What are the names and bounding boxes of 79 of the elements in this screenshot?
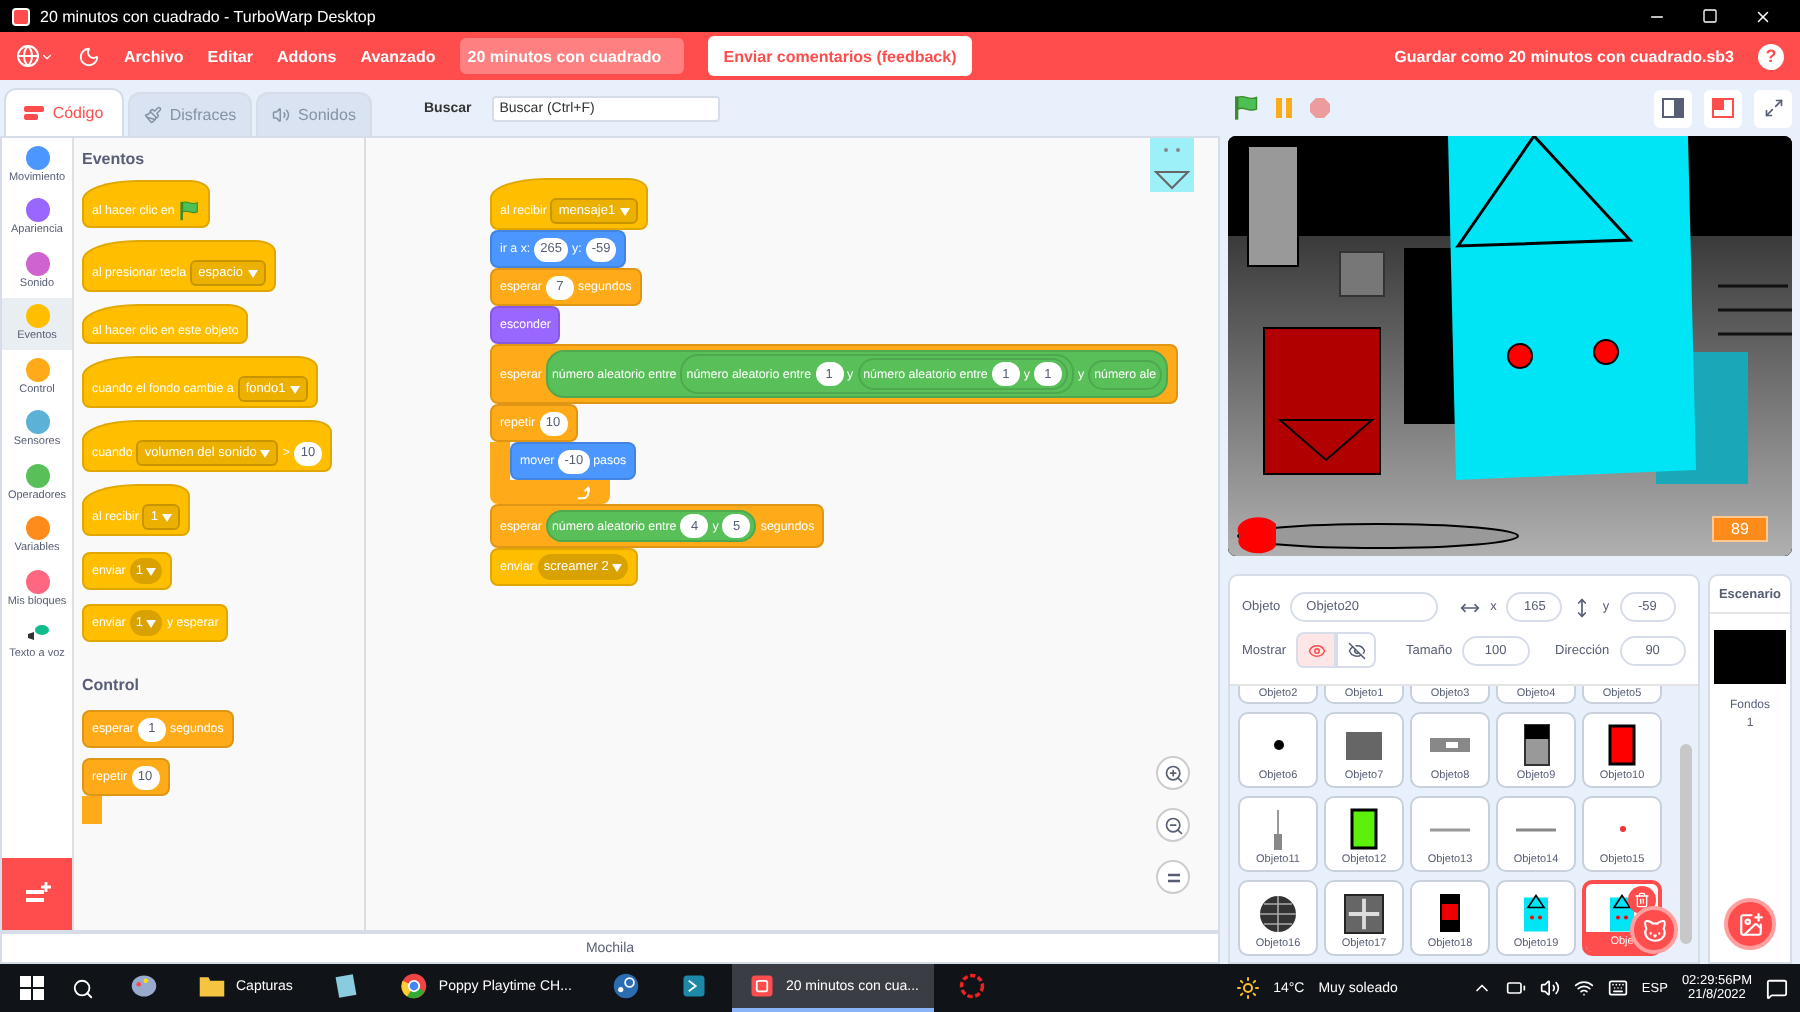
stage-layout-icon [1662, 98, 1684, 118]
flag-icon[interactable] [1232, 94, 1260, 122]
close-icon[interactable] [1754, 7, 1772, 25]
window-title: 20 minutos con cuadrado - TurboWarp Desktop [40, 7, 378, 25]
keyboard-icon[interactable] [1607, 978, 1628, 998]
eye-icon [1307, 641, 1326, 659]
hide-button[interactable] [1336, 632, 1377, 668]
sprite-preview-icon [1150, 138, 1194, 192]
card-icon [1608, 724, 1636, 766]
browser-icon[interactable] [400, 972, 429, 1000]
card-icon [1350, 808, 1378, 850]
show-button[interactable] [1296, 632, 1337, 668]
maximize-icon[interactable] [1702, 7, 1718, 23]
add-extension-icon [23, 882, 51, 906]
battery-icon[interactable] [1505, 978, 1526, 998]
phone-icon [1523, 724, 1549, 766]
dot-icon [1273, 740, 1283, 750]
gradient-square-icon [1346, 731, 1382, 759]
speaker-icon [272, 106, 291, 124]
equals-icon [1165, 871, 1181, 883]
speaker-icon[interactable] [1539, 978, 1560, 998]
tab[interactable]: Código [4, 88, 124, 136]
figure-icon [1610, 894, 1634, 932]
notepad-icon[interactable] [332, 972, 361, 1000]
add-backdrop-button[interactable] [1724, 898, 1776, 950]
backdrop-thumbnail[interactable] [1714, 630, 1786, 684]
stick-icon [1274, 809, 1282, 849]
app-logo-icon [12, 7, 30, 25]
add-extension-button[interactable] [2, 858, 72, 930]
caret-icon[interactable] [40, 49, 54, 63]
ball-icon [1260, 895, 1296, 931]
section-heading: Control [82, 676, 139, 694]
steam-icon[interactable] [611, 972, 640, 1000]
zoom-in-icon [1163, 763, 1183, 783]
caret-icon [260, 449, 271, 457]
network-icon[interactable] [1573, 978, 1594, 998]
fullscreen-icon [1763, 98, 1783, 118]
search-icon[interactable] [72, 977, 94, 999]
bar-icon [1430, 738, 1470, 752]
caret-icon [247, 269, 258, 277]
moon-icon[interactable] [78, 45, 100, 67]
caret-icon [162, 513, 173, 521]
fullscreen-button[interactable] [1754, 89, 1792, 127]
dot-icon [1619, 826, 1625, 832]
caret-icon [619, 207, 630, 215]
zoom-out-button[interactable] [1156, 808, 1190, 842]
eye-off-icon [1347, 641, 1366, 659]
globe-icon[interactable] [16, 44, 40, 68]
tile-icon [1344, 893, 1384, 933]
loop-arrow-icon [576, 485, 590, 499]
caret-icon [146, 619, 157, 627]
card-icon [1440, 894, 1460, 932]
line-icon [1430, 827, 1470, 831]
caret-icon [289, 385, 300, 393]
line-icon [1516, 827, 1556, 831]
sun-icon[interactable] [1235, 976, 1260, 1000]
installer-icon[interactable] [679, 972, 708, 1000]
stage-size-button[interactable] [1704, 89, 1742, 127]
windows-start-icon[interactable] [20, 976, 44, 1000]
cat-icon [1641, 917, 1667, 943]
app-logo-icon[interactable] [747, 972, 776, 1000]
trash-icon [1634, 892, 1650, 908]
zoom-in-button[interactable] [1156, 756, 1190, 790]
stage-layout-icon [1712, 98, 1734, 118]
palette-icon[interactable] [130, 972, 158, 1000]
zoom-out-icon [1163, 815, 1183, 835]
figure-icon [1524, 894, 1548, 932]
section-heading: Eventos [82, 150, 145, 168]
stage-size-button[interactable] [1654, 89, 1692, 127]
folder-icon[interactable] [198, 972, 226, 1000]
zoom-reset-button[interactable] [1156, 860, 1190, 894]
flag-icon [178, 200, 201, 222]
blocks-icon [24, 104, 45, 122]
notification-icon[interactable] [1766, 977, 1788, 999]
variable-monitor: 89 [1712, 516, 1768, 542]
caret-icon [612, 563, 623, 571]
image-plus-icon [1737, 911, 1763, 937]
caret-icon [146, 567, 157, 575]
brush-icon [143, 106, 162, 124]
